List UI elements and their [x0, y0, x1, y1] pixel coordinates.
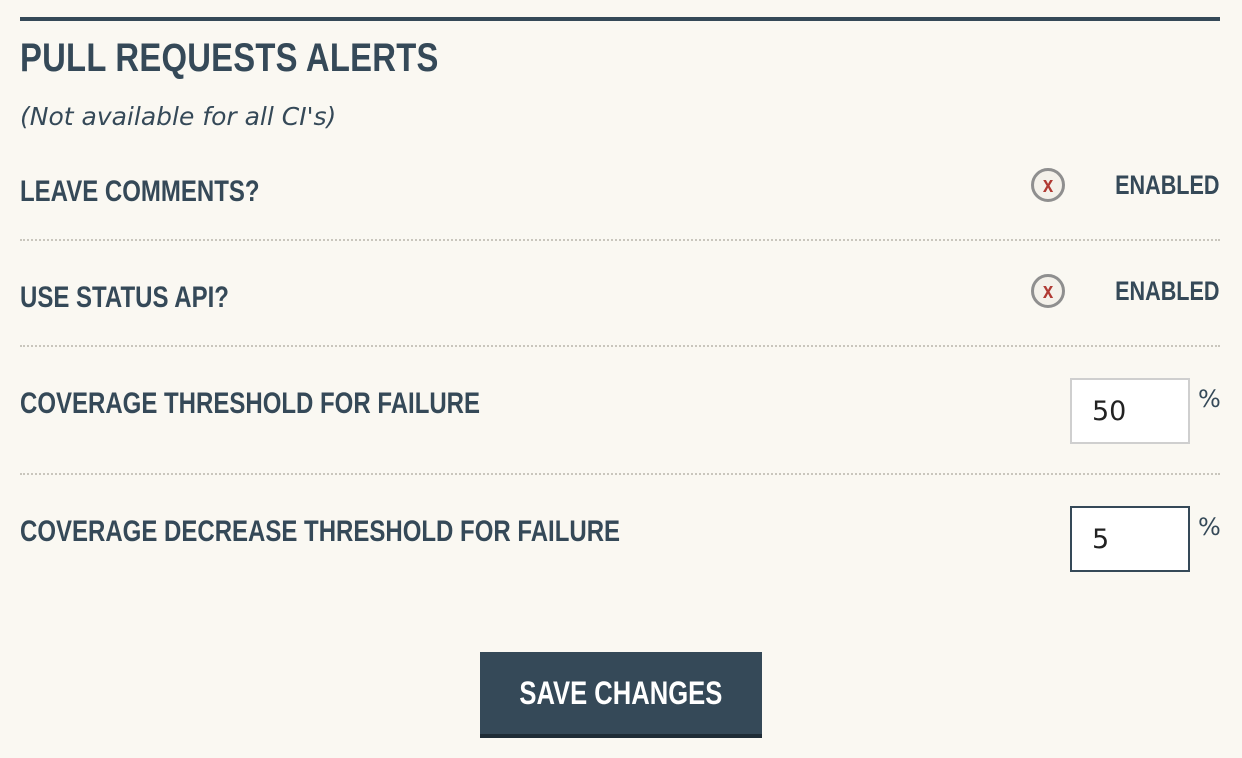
coverage-decrease-threshold-label: COVERAGE DECREASE THRESHOLD FOR FAILURE — [20, 515, 621, 548]
row-divider — [20, 239, 1220, 241]
coverage-decrease-threshold-input[interactable] — [1070, 506, 1190, 572]
pull-requests-alerts-panel: PULL REQUESTS ALERTS (Not available for … — [20, 17, 1221, 738]
section-title: PULL REQUESTS ALERTS — [20, 36, 439, 80]
leave-comments-toggle-label[interactable]: ENABLED — [1116, 170, 1220, 200]
use-status-api-toggle-label[interactable]: ENABLED — [1116, 276, 1220, 306]
save-changes-button[interactable]: SAVE CHANGES — [480, 652, 762, 738]
toggle-x-glyph: x — [1043, 172, 1054, 197]
save-changes-label: SAVE CHANGES — [519, 675, 723, 711]
section-subtitle: (Not available for all CI's) — [20, 102, 337, 131]
coverage-threshold-input[interactable] — [1070, 378, 1190, 444]
section-top-rule — [20, 17, 1220, 21]
row-divider — [20, 473, 1220, 475]
coverage-threshold-label: COVERAGE THRESHOLD FOR FAILURE — [20, 387, 481, 420]
leave-comments-label: LEAVE COMMENTS? — [20, 175, 260, 208]
use-status-api-toggle[interactable]: x ENABLED — [1031, 271, 1220, 311]
x-icon[interactable]: x — [1031, 274, 1066, 308]
row-divider — [20, 345, 1220, 347]
coverage-decrease-threshold-unit: % — [1198, 513, 1221, 541]
leave-comments-toggle[interactable]: x ENABLED — [1031, 165, 1220, 205]
toggle-x-glyph: x — [1043, 278, 1054, 303]
use-status-api-label: USE STATUS API? — [20, 281, 229, 314]
x-icon[interactable]: x — [1031, 168, 1066, 202]
coverage-threshold-unit: % — [1198, 385, 1221, 413]
